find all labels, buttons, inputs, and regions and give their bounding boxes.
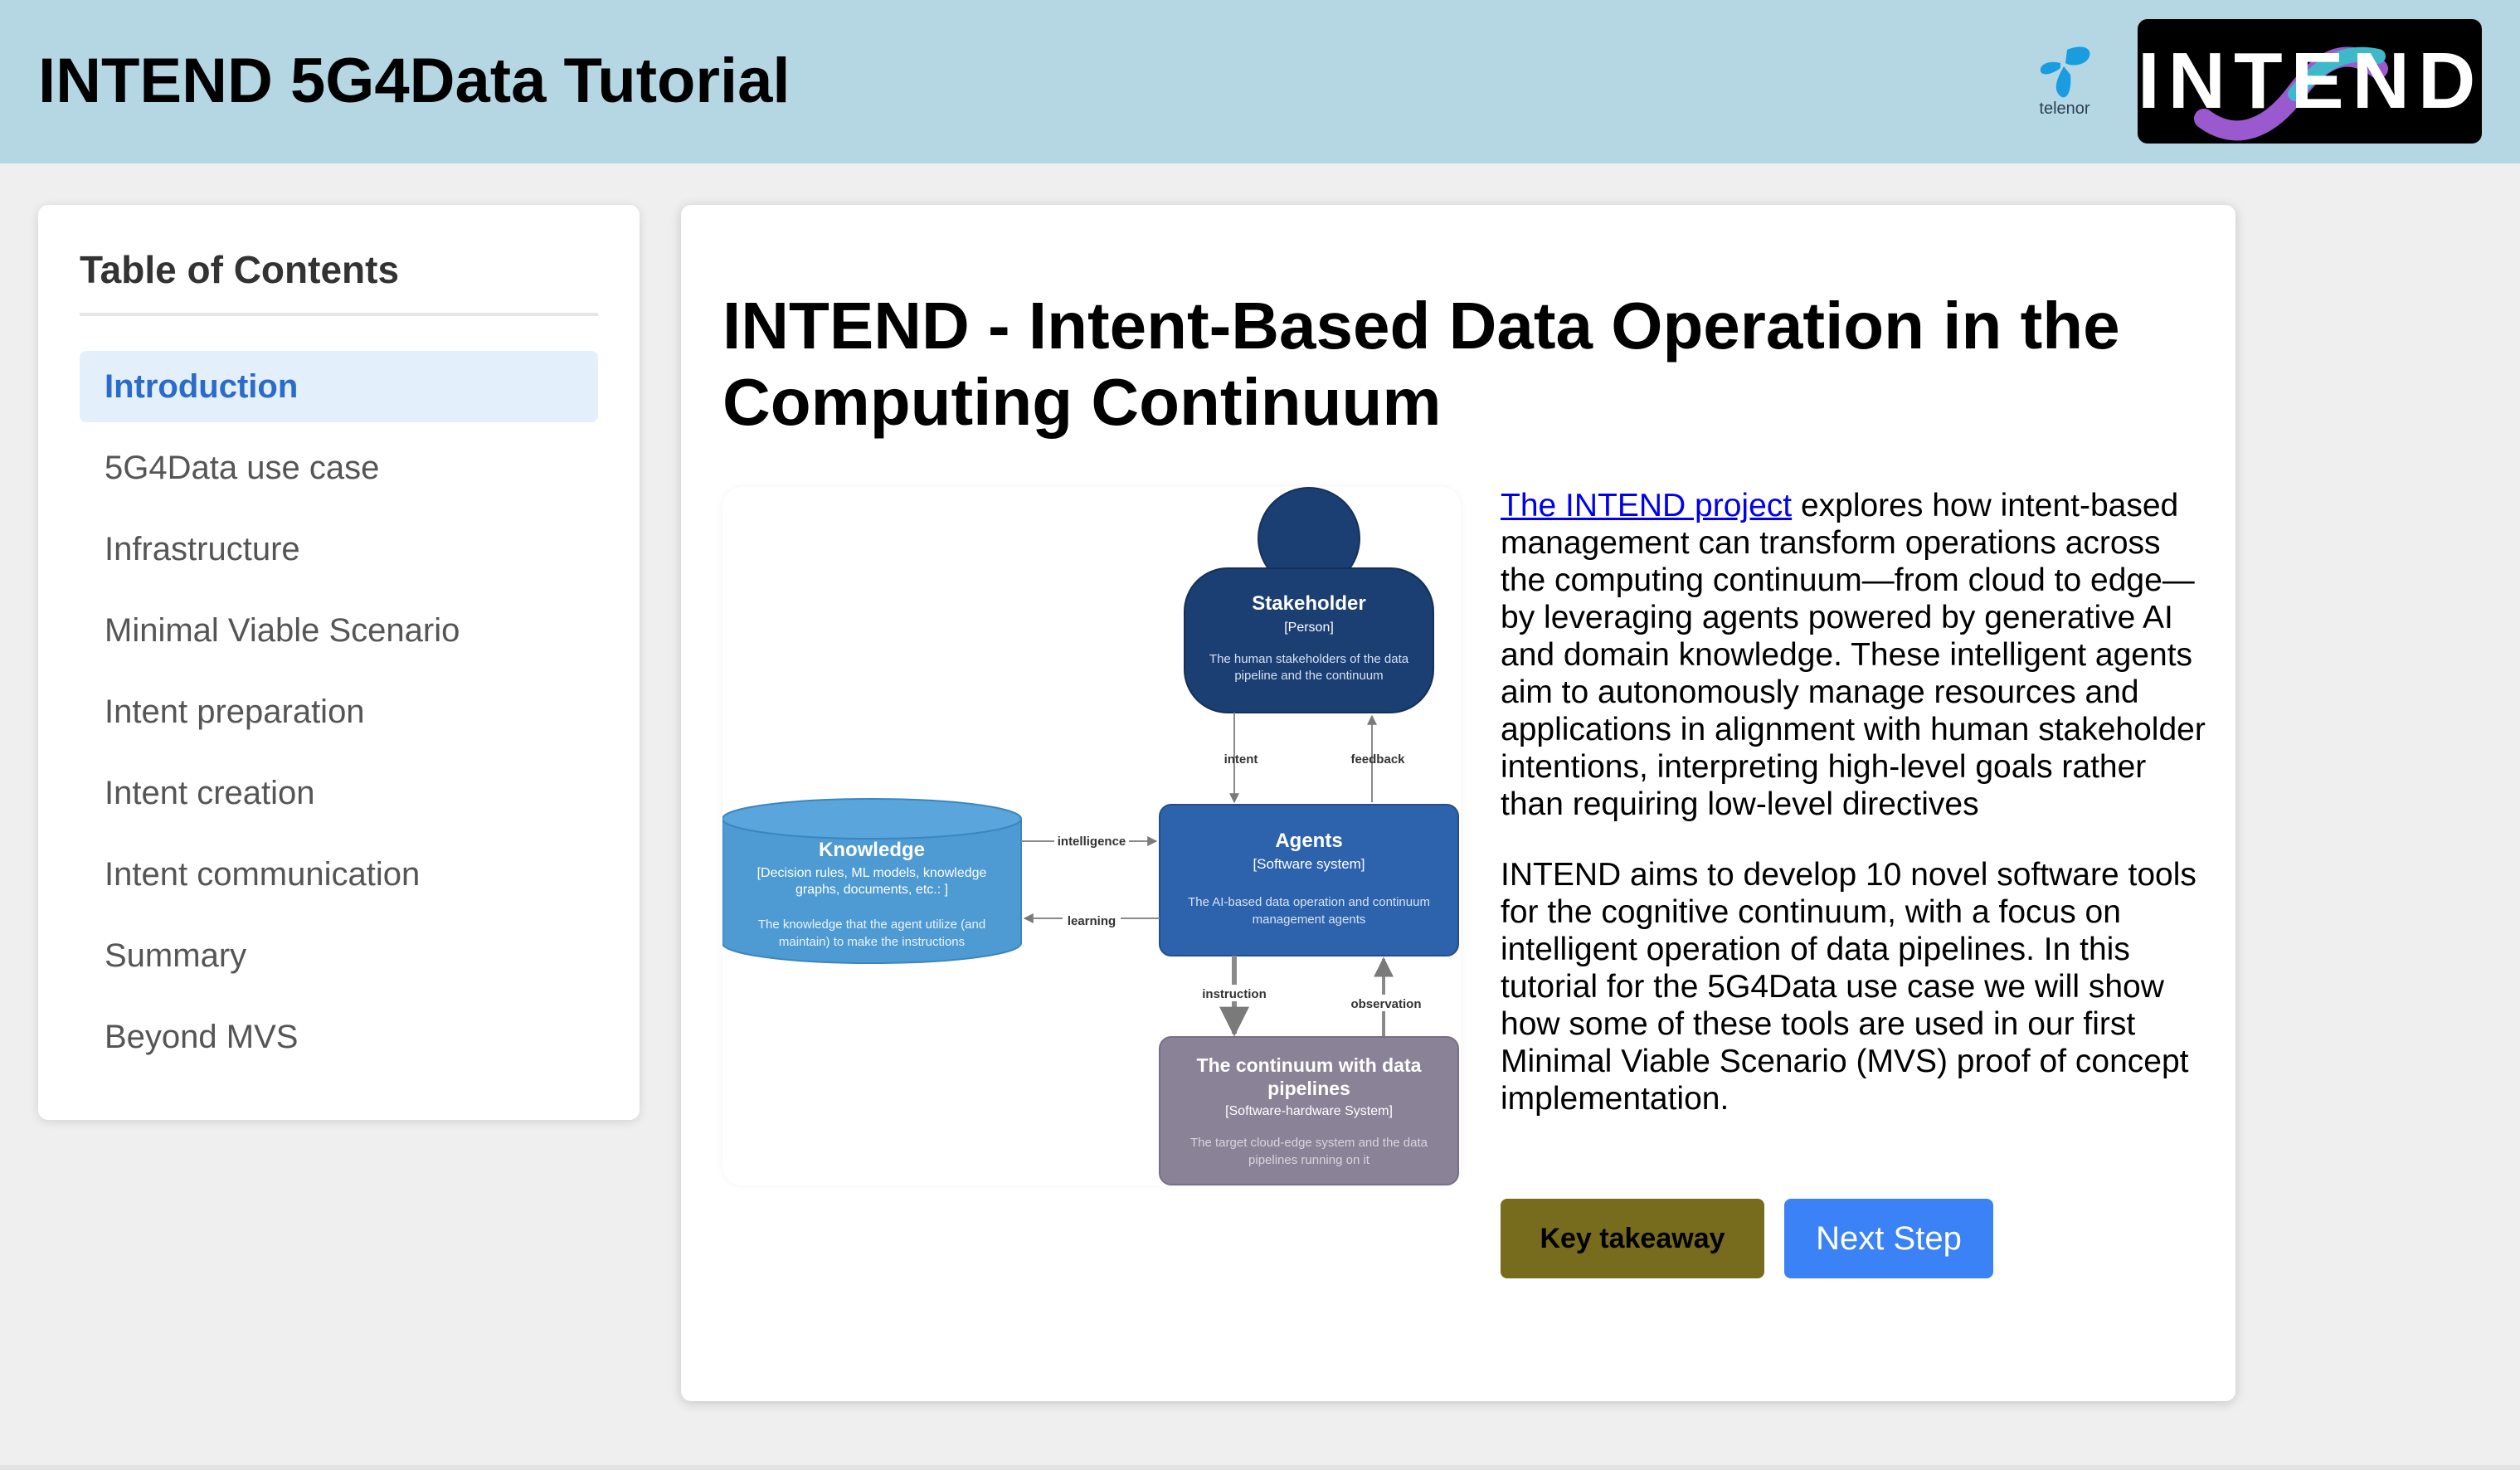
intro-paragraph-2: INTEND aims to develop 10 novel software…	[1501, 857, 2196, 1117]
toc-item-5g4data-use-case[interactable]: 5G4Data use case	[80, 432, 598, 504]
continuum-title-line2: pipelines	[1267, 1078, 1350, 1099]
toc-item-intent-creation[interactable]: Intent creation	[80, 757, 598, 829]
table-of-contents: Table of Contents Introduction 5G4Data u…	[38, 205, 640, 1120]
intend-project-link[interactable]: The INTEND project	[1501, 488, 1792, 523]
intend-logo-text: INTEND	[2138, 37, 2482, 125]
toc-item-minimal-viable-scenario[interactable]: Minimal Viable Scenario	[80, 595, 598, 666]
architecture-diagram: Stakeholder [Person] The human stakehold…	[722, 487, 1461, 1185]
bottom-divider	[0, 1465, 2520, 1470]
stakeholder-node	[1184, 567, 1434, 713]
knowledge-type-line1: [Decision rules, ML models, knowledge	[757, 866, 987, 880]
edge-label-feedback: feedback	[1350, 752, 1405, 767]
main-content: INTEND - Intent-Based Data Operation in …	[681, 205, 2235, 1401]
continuum-title-line1: The continuum with data	[1197, 1054, 1422, 1076]
architecture-diagram-svg: Stakeholder [Person] The human stakehold…	[722, 487, 1459, 1185]
knowledge-desc-line2: maintain) to make the instructions	[779, 935, 965, 949]
toc-item-intent-communication[interactable]: Intent communication	[80, 839, 598, 910]
intro-text: The INTEND project explores how intent-b…	[1501, 487, 2206, 1151]
toc-item-beyond-mvs[interactable]: Beyond MVS	[80, 1001, 598, 1073]
knowledge-node-top	[722, 798, 1022, 840]
page-title: INTEND - Intent-Based Data Operation in …	[722, 289, 2120, 439]
key-takeaway-button[interactable]: Key takeaway	[1501, 1199, 1764, 1278]
toc-item-introduction[interactable]: Introduction	[80, 351, 598, 422]
continuum-desc-line2: pipelines running on it	[1248, 1153, 1370, 1167]
knowledge-desc-line1: The knowledge that the agent utilize (an…	[758, 918, 985, 932]
toc-item-intent-preparation[interactable]: Intent preparation	[80, 676, 598, 747]
toc-item-infrastructure[interactable]: Infrastructure	[80, 514, 598, 585]
knowledge-type-line2: graphs, documents, etc.: ]	[795, 883, 948, 897]
stakeholder-type: [Person]	[1284, 621, 1334, 635]
intro-paragraph-1-text: explores how intent-based management can…	[1501, 488, 2206, 822]
stakeholder-title: Stakeholder	[1252, 592, 1365, 615]
stakeholder-desc-line2: pipeline and the continuum	[1234, 669, 1383, 683]
next-step-button[interactable]: Next Step	[1784, 1199, 1993, 1278]
app-header: INTEND 5G4Data Tutorial telenor INTEND	[0, 0, 2520, 163]
edge-label-intelligence: intelligence	[1058, 835, 1126, 849]
stakeholder-desc-line1: The human stakeholders of the data	[1209, 652, 1409, 666]
agents-type: [Software system]	[1253, 856, 1365, 872]
telenor-logo-text: telenor	[2039, 100, 2090, 118]
edge-label-observation: observation	[1350, 997, 1421, 1011]
agents-title: Agents	[1275, 830, 1342, 852]
toc-list: Introduction 5G4Data use case Infrastruc…	[80, 351, 598, 1083]
intro-paragraph-1: The INTEND project explores how intent-b…	[1501, 487, 2206, 823]
telenor-propeller-icon	[2040, 46, 2090, 98]
continuum-type: [Software-hardware System]	[1225, 1104, 1393, 1118]
continuum-desc-line1: The target cloud-edge system and the dat…	[1190, 1136, 1428, 1150]
toc-divider	[80, 313, 598, 316]
edge-label-intent: intent	[1224, 752, 1258, 767]
edge-label-learning: learning	[1068, 914, 1116, 928]
toc-item-summary[interactable]: Summary	[80, 920, 598, 991]
intend-logo: INTEND	[2138, 19, 2482, 144]
app-title: INTEND 5G4Data Tutorial	[38, 46, 791, 116]
edge-label-instruction: instruction	[1202, 987, 1267, 1001]
knowledge-title: Knowledge	[819, 839, 925, 861]
agents-desc-line1: The AI-based data operation and continuu…	[1188, 895, 1430, 909]
toc-title: Table of Contents	[80, 248, 400, 291]
agents-desc-line2: management agents	[1253, 913, 1366, 927]
agents-node	[1159, 804, 1459, 956]
